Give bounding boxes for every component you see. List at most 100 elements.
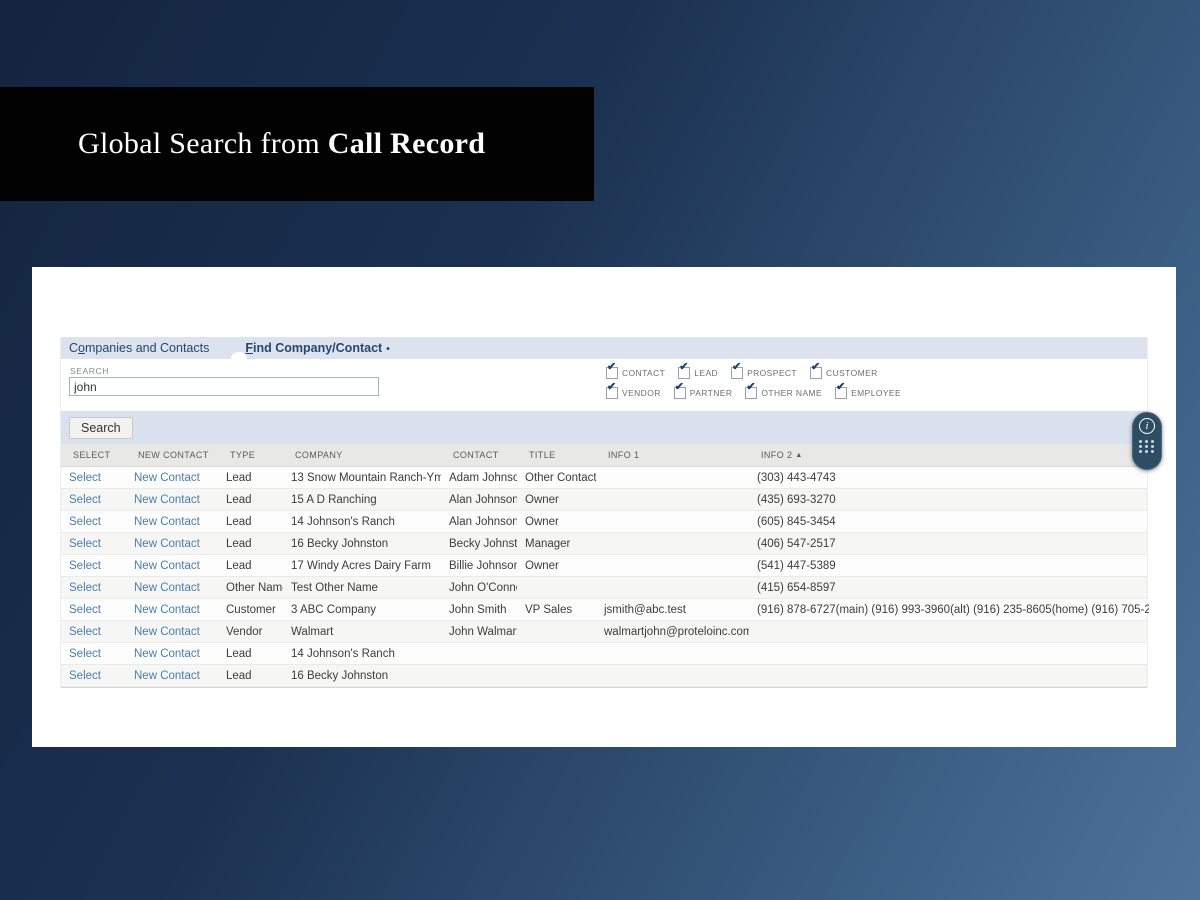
column-header-type[interactable]: TYPE — [218, 450, 283, 460]
tab-bar: Companies and Contacts Find Company/Cont… — [61, 337, 1147, 359]
select-link[interactable]: Select — [69, 648, 101, 660]
tab-label-part: C — [69, 341, 78, 355]
search-button[interactable]: Search — [69, 417, 133, 439]
tab-companies-and-contacts[interactable]: Companies and Contacts — [69, 341, 209, 355]
check-icon: ✔ — [746, 382, 755, 393]
cell-info1: walmartjohn@proteloinc.com — [596, 626, 749, 638]
select-link[interactable]: Select — [69, 494, 101, 506]
filter-prospect[interactable]: ✔PROSPECT — [731, 367, 797, 379]
cell-title: Owner — [517, 494, 596, 506]
checkbox-checked-icon[interactable]: ✔ — [731, 367, 743, 379]
cell-type: Customer — [218, 604, 283, 616]
cell-title: Other Contacts — [517, 472, 596, 484]
select-link[interactable]: Select — [69, 560, 101, 572]
column-header-contact[interactable]: CONTACT — [441, 450, 517, 460]
select-link[interactable]: Select — [69, 604, 101, 616]
cell-contact: John Smith — [441, 604, 517, 616]
cell-company: 16 Becky Johnston — [283, 538, 441, 550]
select-link[interactable]: Select — [69, 538, 101, 550]
column-header-title[interactable]: TITLE — [517, 450, 596, 460]
new-contact-link[interactable]: New Contact — [134, 670, 200, 682]
checkbox-checked-icon[interactable]: ✔ — [606, 387, 618, 399]
select-link[interactable]: Select — [69, 472, 101, 484]
column-header-select[interactable]: SELECT — [61, 450, 126, 460]
record-type-filters: ✔CONTACT ✔ LEAD ✔PROSPECT ✔ CUSTOMER ✔VEND… — [606, 363, 914, 403]
cell-company: 14 Johnson's Ranch — [283, 516, 441, 528]
filter-vendor[interactable]: ✔VENDOR — [606, 387, 661, 399]
filter-employee[interactable]: ✔EMPLOYEE — [835, 387, 901, 399]
side-toolbar-widget[interactable]: i — [1132, 412, 1162, 470]
filter-label: LEAD — [694, 368, 718, 378]
filter-label: CUSTOMER — [826, 368, 878, 378]
cell-type: Other Name — [218, 582, 283, 594]
checkbox-checked-icon[interactable]: ✔ — [835, 387, 847, 399]
checkbox-checked-icon[interactable]: ✔ — [606, 367, 618, 379]
check-icon: ✔ — [836, 382, 845, 393]
cell-info2: (916) 878-6727(main) (916) 993-3960(alt)… — [749, 604, 1149, 616]
filter-contact[interactable]: ✔CONTACT — [606, 367, 665, 379]
checkbox-checked-icon[interactable]: ✔ — [678, 367, 690, 379]
filter-other-name[interactable]: ✔ OTHER NAME — [745, 387, 822, 399]
select-link[interactable]: Select — [69, 582, 101, 594]
filter-row-1: ✔CONTACT ✔ LEAD ✔PROSPECT ✔ CUSTOMER — [606, 363, 914, 383]
checkbox-checked-icon[interactable]: ✔ — [745, 387, 757, 399]
table-row: Select New Contact Lead 16 Becky Johnsto… — [61, 665, 1147, 687]
info-icon[interactable]: i — [1139, 418, 1155, 434]
cell-info2: (415) 654-8597 — [749, 582, 1149, 594]
search-input[interactable] — [69, 377, 379, 396]
new-contact-link[interactable]: New Contact — [134, 604, 200, 616]
new-contact-link[interactable]: New Contact — [134, 516, 200, 528]
active-tab-notch — [231, 352, 247, 359]
table-row: Select New Contact Lead 16 Becky Johnsto… — [61, 533, 1147, 555]
search-module: Companies and Contacts Find Company/Cont… — [60, 337, 1148, 688]
cell-contact: Alan Johnson — [441, 516, 517, 528]
new-contact-link[interactable]: New Contact — [134, 472, 200, 484]
new-contact-link[interactable]: New Contact — [134, 538, 200, 550]
column-header-info1[interactable]: INFO 1 — [596, 450, 749, 460]
cell-company: Test Other Name — [283, 582, 441, 594]
cell-company: 3 ABC Company — [283, 604, 441, 616]
select-link[interactable]: Select — [69, 516, 101, 528]
new-contact-link[interactable]: New Contact — [134, 648, 200, 660]
select-link[interactable]: Select — [69, 670, 101, 682]
checkbox-checked-icon[interactable]: ✔ — [810, 367, 822, 379]
tab-find-company-contact[interactable]: Find Company/Contact• — [245, 341, 389, 355]
checkbox-checked-icon[interactable]: ✔ — [674, 387, 686, 399]
filter-label: OTHER NAME — [761, 388, 822, 398]
filter-row-2: ✔VENDOR ✔ PARTNER ✔ OTHER NAME ✔EMPLOYEE — [606, 383, 914, 403]
cell-title: Owner — [517, 560, 596, 572]
check-icon: ✔ — [732, 362, 741, 373]
table-row: Select New Contact Lead 15 A D Ranching … — [61, 489, 1147, 511]
dialpad-grid-icon[interactable] — [1139, 440, 1155, 453]
cell-type: Lead — [218, 560, 283, 572]
cell-type: Vendor — [218, 626, 283, 638]
new-contact-link[interactable]: New Contact — [134, 494, 200, 506]
table-row: Select New Contact Lead 14 Johnson's Ran… — [61, 511, 1147, 533]
table-row: Select New Contact Other Name Test Other… — [61, 577, 1147, 599]
select-link[interactable]: Select — [69, 626, 101, 638]
filter-label: PARTNER — [690, 388, 733, 398]
cell-info2: (406) 547-2517 — [749, 538, 1149, 550]
filter-customer[interactable]: ✔ CUSTOMER — [810, 367, 878, 379]
filter-lead[interactable]: ✔ LEAD — [678, 367, 718, 379]
cell-company: 14 Johnson's Ranch — [283, 648, 441, 660]
column-header-new-contact[interactable]: NEW CONTACT — [126, 450, 218, 460]
column-header-label: INFO 2 — [761, 450, 792, 460]
tab-accesskey: F — [245, 341, 253, 355]
slide-title-banner: Global Search from Call Record — [0, 87, 594, 201]
new-contact-link[interactable]: New Contact — [134, 582, 200, 594]
cell-company: 17 Windy Acres Dairy Farm — [283, 560, 441, 572]
cell-info2: (303) 443-4743 — [749, 472, 1149, 484]
cell-type: Lead — [218, 670, 283, 682]
column-header-info2[interactable]: INFO 2▲ — [749, 450, 1149, 460]
filter-partner[interactable]: ✔ PARTNER — [674, 387, 733, 399]
check-icon: ✔ — [607, 382, 616, 393]
column-header-company[interactable]: COMPANY — [283, 450, 441, 460]
search-field-label: SEARCH — [70, 366, 109, 376]
cell-type: Lead — [218, 494, 283, 506]
cell-type: Lead — [218, 472, 283, 484]
new-contact-link[interactable]: New Contact — [134, 560, 200, 572]
cell-contact: Adam Johnson — [441, 472, 517, 484]
new-contact-link[interactable]: New Contact — [134, 626, 200, 638]
cell-company: 16 Becky Johnston — [283, 670, 441, 682]
